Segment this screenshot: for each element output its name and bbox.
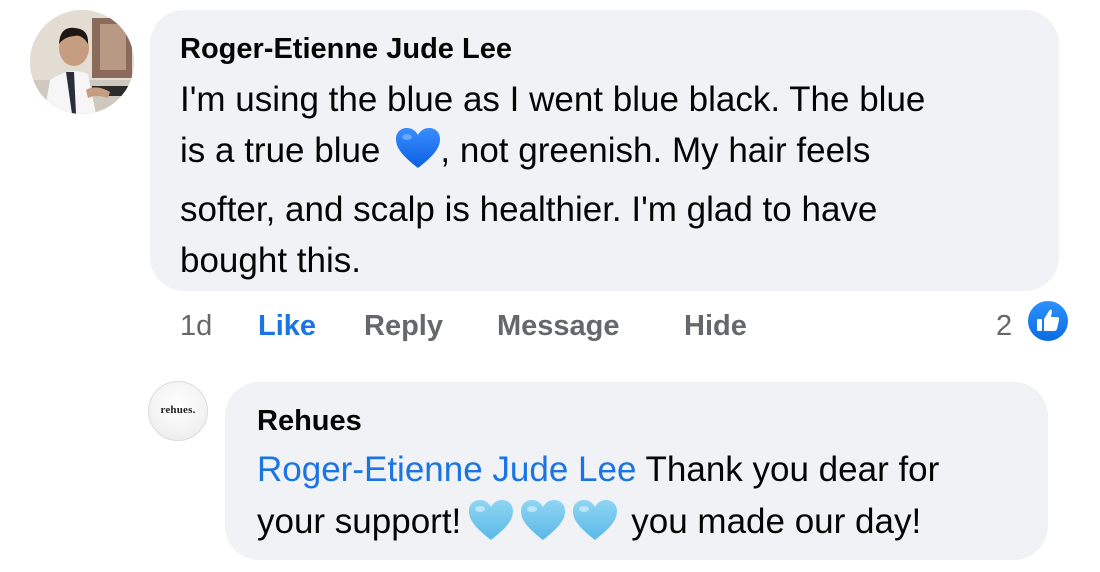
comment-timestamp[interactable]: 1d <box>180 306 212 346</box>
thumbs-up-icon[interactable] <box>1025 298 1071 344</box>
comment-line: I'm using the blue as I went blue black.… <box>180 80 926 119</box>
comment-line: bought this. <box>180 241 361 280</box>
reply-text: Roger-Etienne Jude Lee Thank you dear fo… <box>257 444 1047 557</box>
comment-line: is a true blue <box>180 131 381 170</box>
message-button[interactable]: Message <box>497 306 620 346</box>
comment-line: softer, and scalp is healthier. I'm glad… <box>180 190 878 229</box>
light-blue-heart-icon <box>469 500 514 540</box>
comment-author-name[interactable]: Roger-Etienne Jude Lee <box>180 31 512 67</box>
reply-button[interactable]: Reply <box>364 306 443 346</box>
reply-author-name[interactable]: Rehues <box>257 403 362 439</box>
comment-line-with-emoji: is a true blue , not greenish. My hair f… <box>180 125 1050 184</box>
light-blue-heart-icons <box>465 498 625 557</box>
reply-text-segment: you made our day! <box>631 502 922 541</box>
reaction-count[interactable]: 2 <box>996 306 1012 346</box>
reply-author-avatar[interactable]: rehues. <box>148 381 208 441</box>
author-photo <box>30 10 134 114</box>
reply-text-segment: your support! <box>257 502 462 541</box>
comment-line: , not greenish. My hair feels <box>440 131 871 170</box>
reply-line: your support! you made our day! <box>257 496 1047 557</box>
author-avatar[interactable] <box>30 10 134 114</box>
reply-line: Roger-Etienne Jude Lee Thank you dear fo… <box>257 444 1047 496</box>
comment-text: I'm using the blue as I went blue black.… <box>180 74 1050 286</box>
light-blue-heart-icon <box>521 500 566 540</box>
hide-button[interactable]: Hide <box>684 306 747 346</box>
light-blue-heart-icon <box>573 500 618 540</box>
blue-heart-icon <box>394 126 442 184</box>
rehues-logo: rehues. <box>160 404 196 416</box>
like-button[interactable]: Like <box>258 306 316 346</box>
comment-actions: 1d Like Reply Message Hide 2 <box>0 306 1100 346</box>
mention-link[interactable]: Roger-Etienne Jude Lee <box>257 450 636 489</box>
reply-text-segment: Thank you dear for <box>636 450 940 489</box>
